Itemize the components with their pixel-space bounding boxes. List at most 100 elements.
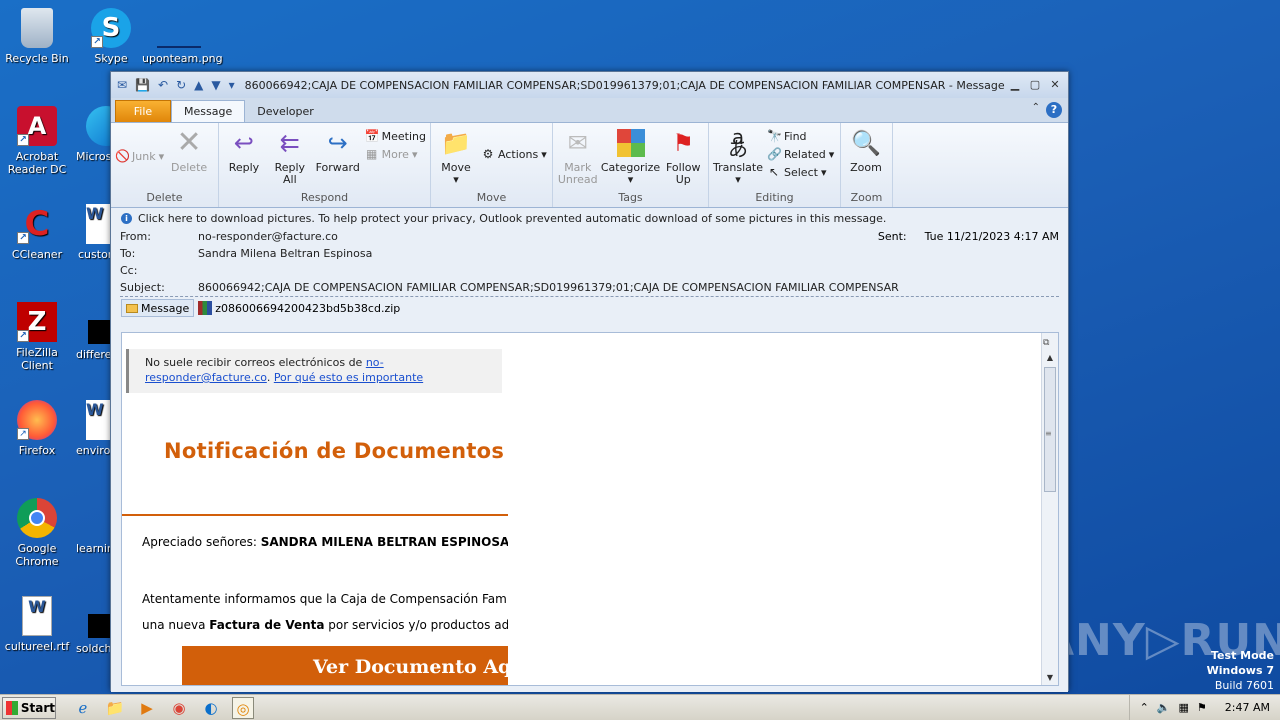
desktop-icon-cultureel[interactable]: W cultureel.rtf bbox=[0, 596, 74, 653]
desktop-icon-soldchi[interactable]: soldchi bbox=[72, 596, 112, 655]
tab-message[interactable]: Message bbox=[171, 100, 246, 122]
flag-tray-icon[interactable]: ⚑ bbox=[1197, 701, 1207, 714]
message-body-button[interactable]: Message bbox=[121, 299, 195, 317]
follow-up-button[interactable]: ⚑ Follow Up bbox=[663, 127, 705, 186]
binoculars-icon: 🔭 bbox=[767, 129, 782, 143]
tray-expand-icon[interactable]: ⌃ bbox=[1140, 701, 1149, 714]
ie-icon[interactable]: ℯ bbox=[72, 697, 94, 719]
desktop-icon-enviro[interactable]: W enviro bbox=[72, 400, 112, 457]
group-label-respond: Respond bbox=[300, 191, 349, 204]
firefox-icon: ↗ bbox=[17, 400, 57, 440]
attachments-bar: Message z086006694200423bd5b38cd.zip bbox=[111, 297, 1068, 319]
translate-button[interactable]: aあ Translate ▾ bbox=[713, 127, 763, 186]
tab-developer[interactable]: Developer bbox=[245, 101, 326, 122]
media-player-icon[interactable]: ▶ bbox=[136, 697, 158, 719]
ribbon: 🚫 Junk ▾ ✕ Delete Delete ↩ Reply ⇇ Reply … bbox=[111, 122, 1068, 208]
volume-icon[interactable]: 🔈 bbox=[1157, 701, 1171, 714]
next-item-icon[interactable]: ▼ bbox=[211, 78, 220, 92]
desktop-icon-ccleaner[interactable]: C ↗ CCleaner bbox=[0, 204, 74, 261]
file-icon bbox=[88, 614, 112, 638]
file-icon bbox=[88, 498, 112, 538]
desktop-icon-differe[interactable]: differe bbox=[72, 302, 112, 361]
find-button[interactable]: 🔭 Find bbox=[767, 129, 834, 143]
desktop-icon-recycle-bin[interactable]: Recycle Bin bbox=[0, 8, 74, 65]
desktop-icon-custom[interactable]: W custom bbox=[72, 204, 112, 261]
chrome-taskbar-icon[interactable]: ◉ bbox=[168, 697, 190, 719]
view-document-button[interactable]: Ver Documento Aq bbox=[182, 646, 508, 685]
explorer-folder-icon[interactable]: 📁 bbox=[104, 697, 126, 719]
forward-button[interactable]: ↪ Forward bbox=[315, 127, 361, 174]
zoom-button[interactable]: 🔍 Zoom bbox=[845, 127, 887, 174]
zip-attachment[interactable]: z086006694200423bd5b38cd.zip bbox=[198, 301, 400, 315]
outlook-message-window: ✉ 💾 ↶ ↻ ▲ ▼ ▾ 860066942;CAJA DE COMPENSA… bbox=[110, 71, 1069, 692]
move-button[interactable]: 📁 Move ▾ bbox=[435, 127, 477, 186]
network-icon[interactable]: ▦ bbox=[1179, 701, 1189, 714]
sender-link[interactable]: no- bbox=[366, 356, 384, 369]
edge-taskbar-icon[interactable]: ◐ bbox=[200, 697, 222, 719]
undo-icon[interactable]: ↶ bbox=[158, 78, 168, 92]
desktop-icon-firefox[interactable]: ↗ Firefox bbox=[0, 400, 74, 457]
group-zoom: 🔍 Zoom Zoom bbox=[841, 123, 893, 207]
redo-icon[interactable]: ↻ bbox=[176, 78, 186, 92]
mark-unread-button[interactable]: ✉ Mark Unread bbox=[557, 127, 599, 186]
filezilla-icon: Z ↗ bbox=[17, 302, 57, 342]
flag-icon: ⚑ bbox=[672, 129, 694, 157]
reply-all-icon: ⇇ bbox=[279, 129, 300, 157]
from-label: From: bbox=[120, 230, 151, 243]
scroll-up-icon[interactable]: ▲ bbox=[1042, 351, 1058, 365]
email-title: Notificación de Documentos bbox=[164, 439, 505, 463]
desktop-icon-edge[interactable]: Microso bbox=[68, 106, 112, 163]
desktop-icon-filezilla[interactable]: Z ↗ FileZilla Client bbox=[0, 302, 74, 372]
delete-button[interactable]: ✕ Delete bbox=[168, 127, 210, 174]
to-label: To: bbox=[120, 247, 136, 260]
desktop-icon-chrome[interactable]: Google Chrome bbox=[0, 498, 74, 568]
why-important-link[interactable]: Por qué esto es importante bbox=[274, 371, 423, 384]
start-button[interactable]: Start bbox=[2, 696, 56, 719]
translate-icon: aあ bbox=[728, 125, 748, 161]
to-value[interactable]: Sandra Milena Beltran Espinosa bbox=[198, 247, 1059, 260]
actions-button[interactable]: ⚙ Actions ▾ bbox=[481, 147, 547, 161]
windows-flag-icon bbox=[6, 700, 18, 715]
desktop-icon-acrobat[interactable]: A ↗ Acrobat Reader DC bbox=[0, 106, 74, 176]
categorize-button[interactable]: Categorize ▾ bbox=[601, 127, 660, 186]
desktop-icon-uponteam[interactable]: uponteam.png bbox=[142, 8, 223, 65]
desktop-icon-skype[interactable]: S ↗ Skype bbox=[74, 8, 148, 65]
more-respond-button[interactable]: ▦ More ▾ bbox=[365, 147, 426, 161]
download-pictures-infobar[interactable]: i Click here to download pictures. To he… bbox=[111, 208, 1068, 228]
sender-link-cont[interactable]: responder@facture.co bbox=[145, 371, 267, 384]
minimize-button[interactable]: ▁ bbox=[1006, 77, 1024, 93]
reply-all-button[interactable]: ⇇ Reply All bbox=[269, 127, 311, 186]
ribbon-tabs: File Message Developer ⌃ ? bbox=[111, 98, 1068, 122]
junk-button[interactable]: 🚫 Junk ▾ bbox=[115, 149, 164, 163]
select-button[interactable]: ↖ Select ▾ bbox=[767, 165, 834, 179]
maximize-button[interactable]: ▢ bbox=[1026, 77, 1044, 93]
desktop-icon-learnin[interactable]: learnin bbox=[72, 498, 112, 555]
meeting-button[interactable]: 📅 Meeting bbox=[365, 129, 426, 143]
envelope-icon bbox=[126, 303, 138, 313]
customize-qat-icon[interactable]: ▾ bbox=[229, 78, 235, 92]
skype-icon: S ↗ bbox=[91, 8, 131, 48]
from-value[interactable]: no-responder@facture.co bbox=[198, 230, 878, 243]
pane-toggle-icon[interactable]: ⧉ bbox=[1043, 338, 1056, 351]
close-button[interactable]: ✕ bbox=[1046, 77, 1064, 93]
quick-access-toolbar: ✉ 💾 ↶ ↻ ▲ ▼ ▾ bbox=[117, 78, 235, 92]
word-doc-icon: W bbox=[22, 596, 52, 636]
save-icon[interactable]: 💾 bbox=[135, 78, 150, 92]
forward-icon: ↪ bbox=[327, 129, 348, 157]
help-icon[interactable]: ? bbox=[1046, 102, 1062, 118]
sent-label: Sent: bbox=[877, 230, 907, 243]
reply-button[interactable]: ↩ Reply bbox=[223, 127, 265, 174]
clock[interactable]: 2:47 AM bbox=[1225, 701, 1270, 714]
related-button[interactable]: 🔗 Related ▾ bbox=[767, 147, 834, 161]
zip-archive-icon bbox=[198, 301, 213, 315]
scroll-down-icon[interactable]: ▼ bbox=[1042, 671, 1058, 685]
message-header: From: no-responder@facture.co Sent: Tue 1… bbox=[111, 228, 1068, 296]
vertical-scrollbar[interactable]: ⧉ ▲ ≡ ▼ bbox=[1041, 333, 1058, 685]
outlook-taskbar-icon[interactable]: ◎ bbox=[232, 696, 254, 719]
previous-item-icon[interactable]: ▲ bbox=[194, 78, 203, 92]
window-controls: ▁ ▢ ✕ bbox=[1006, 77, 1064, 93]
info-icon: i bbox=[121, 212, 132, 224]
tab-file[interactable]: File bbox=[115, 100, 171, 122]
cc-label: Cc: bbox=[120, 264, 138, 277]
collapse-ribbon-icon[interactable]: ⌃ bbox=[1032, 102, 1040, 113]
